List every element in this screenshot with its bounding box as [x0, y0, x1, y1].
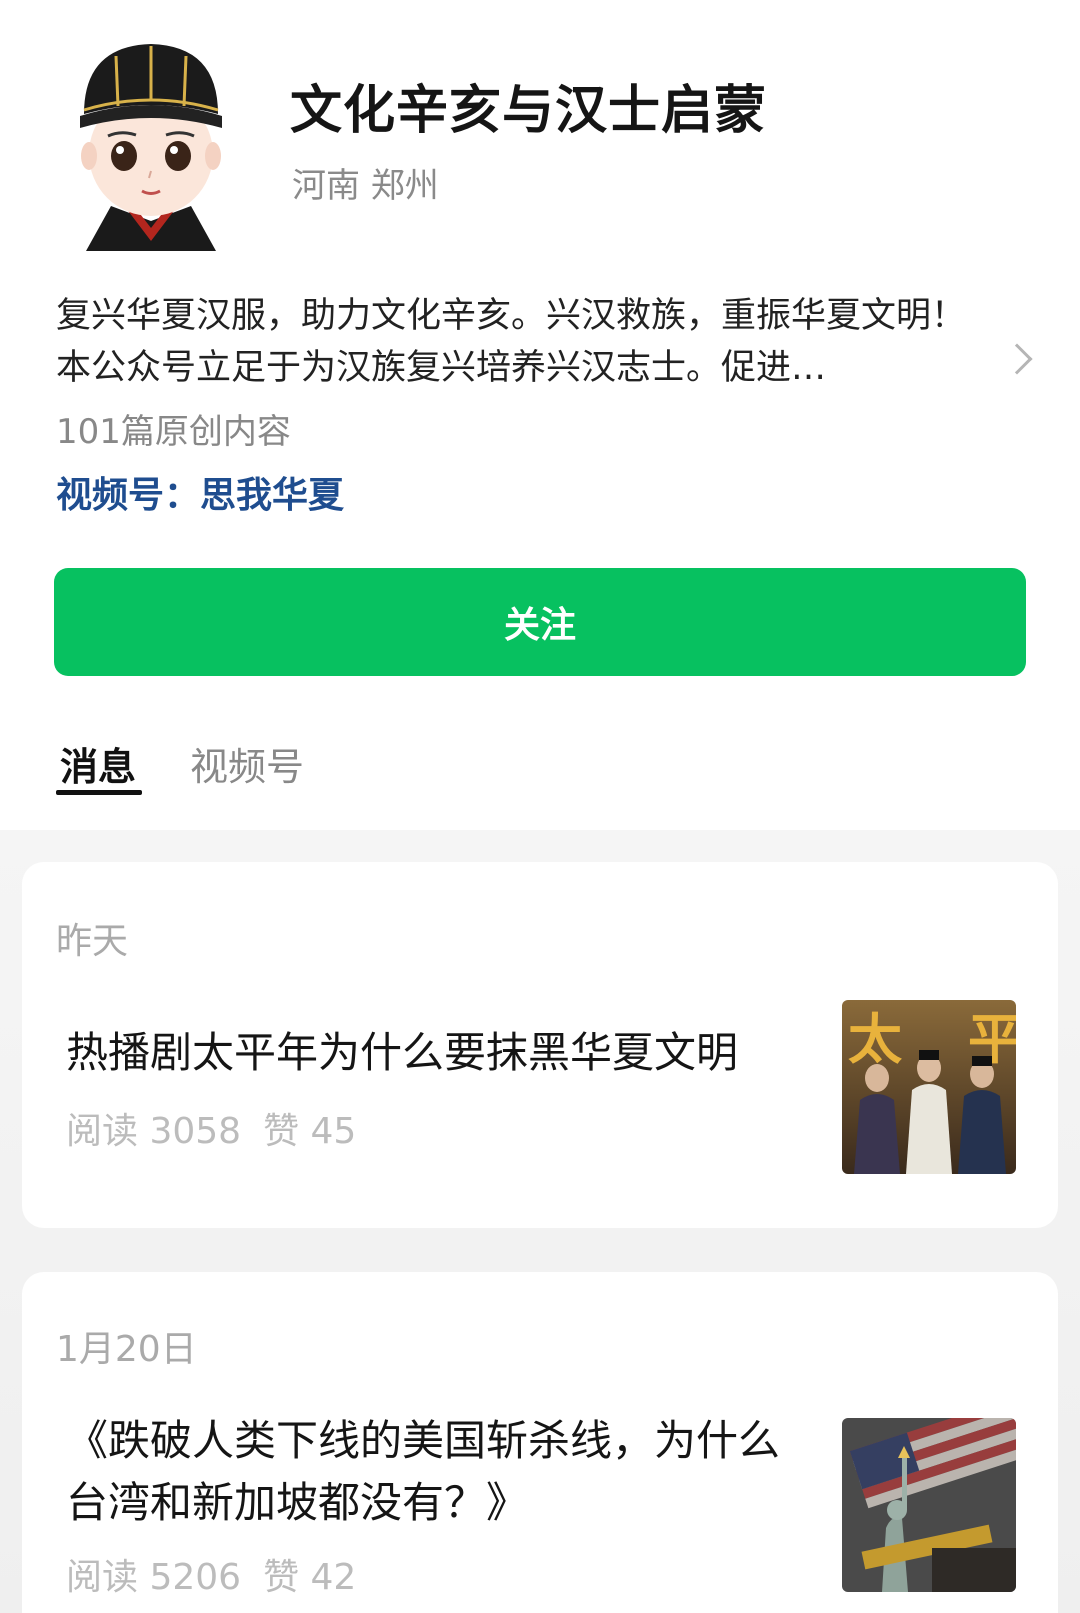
follow-button[interactable]: 关注 [54, 568, 1026, 676]
article-date: 昨天 [56, 921, 129, 962]
like-count: 赞 45 [263, 1111, 357, 1152]
account-avatar[interactable] [56, 36, 246, 251]
channels-label: 视频号： [56, 475, 201, 516]
article-title[interactable]: 热播剧太平年为什么要抹黑华夏文明 [66, 1022, 796, 1084]
chevron-right-icon[interactable] [1001, 343, 1033, 375]
like-count: 赞 42 [263, 1557, 357, 1598]
account-intro[interactable]: 复兴华夏汉服，助力文化辛亥。兴汉救族，重振华夏文明！本公众号立足于为汉族复兴培养… [56, 290, 976, 394]
account-name: 文化辛亥与汉士启蒙 [290, 81, 768, 141]
channels-link[interactable]: 视频号：思我华夏 [56, 466, 344, 518]
article-card[interactable]: 昨天 热播剧太平年为什么要抹黑华夏文明 阅读 3058 赞 45 太 平 [22, 862, 1058, 1228]
tab-channels[interactable]: 视频号 [190, 736, 304, 791]
read-count: 阅读 3058 [66, 1111, 242, 1152]
profile-header: 文化辛亥与汉士启蒙 河南 郑州 复兴华夏汉服，助力文化辛亥。兴汉救族，重振华夏文… [0, 0, 1080, 830]
article-stats: 阅读 5206 赞 42 [66, 1548, 356, 1600]
drama-poster-image[interactable]: 太 平 [842, 1000, 1016, 1174]
svg-text:太: 太 [848, 1007, 902, 1071]
article-stats: 阅读 3058 赞 45 [66, 1102, 356, 1154]
article-card[interactable]: 1月20日 《跌破人类下线的美国斩杀线，为什么台湾和新加坡都没有？》 阅读 52… [22, 1272, 1058, 1613]
avatar-figure-icon [80, 44, 222, 251]
original-count: 101篇原创内容 [56, 412, 291, 452]
statue-of-liberty-image[interactable] [842, 1418, 1016, 1592]
tab-messages[interactable]: 消息 [60, 736, 136, 791]
active-tab-indicator [56, 790, 142, 795]
channels-name[interactable]: 思我华夏 [200, 475, 344, 516]
account-location: 河南 郑州 [292, 166, 439, 206]
read-count: 阅读 5206 [66, 1557, 242, 1598]
article-date: 1月20日 [56, 1329, 197, 1370]
article-title[interactable]: 《跌破人类下线的美国斩杀线，为什么台湾和新加坡都没有？》 [66, 1410, 796, 1534]
